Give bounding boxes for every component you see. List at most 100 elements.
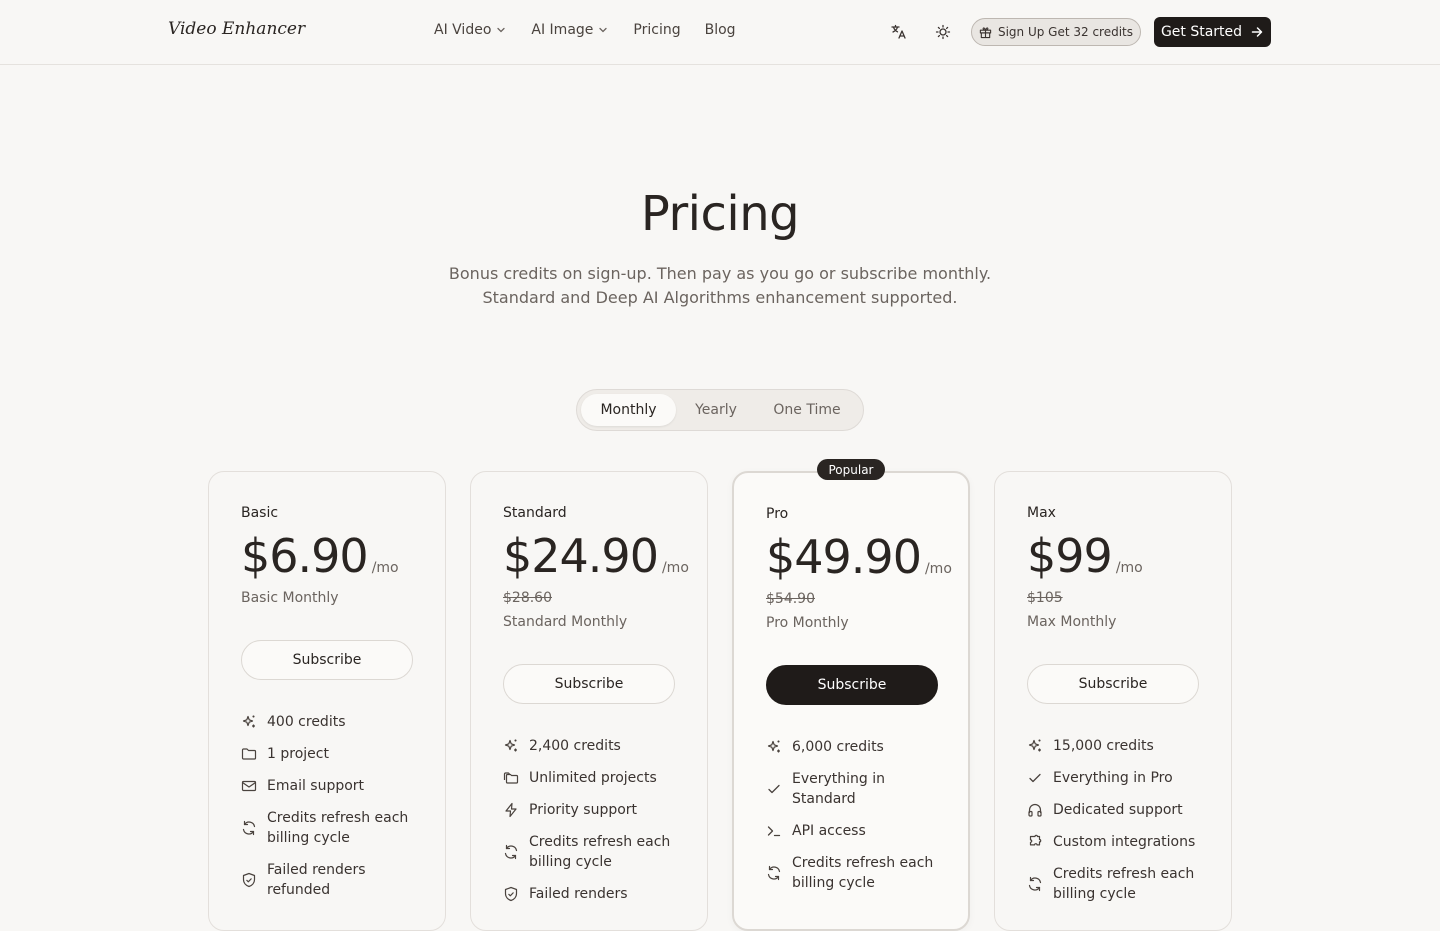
feature-item: 6,000 credits bbox=[766, 737, 946, 757]
terminal-icon bbox=[766, 823, 782, 839]
plan-price: $6.90 bbox=[241, 529, 369, 583]
plan-price: $49.90 bbox=[766, 530, 922, 584]
feature-item: Priority support bbox=[503, 800, 683, 820]
puzzle-icon bbox=[1027, 834, 1043, 850]
original-price: $54.90 bbox=[766, 591, 815, 607]
main-nav: AI Video AI Image Pricing Blog bbox=[434, 22, 760, 38]
feature-item: API access bbox=[766, 821, 946, 841]
site-header: Video Enhancer AI Video AI Image Pricing… bbox=[0, 0, 1440, 65]
sparkle-icon bbox=[1027, 738, 1043, 754]
feature-text: Credits refresh each billing cycle bbox=[792, 855, 934, 891]
feature-text: Credits refresh each billing cycle bbox=[267, 810, 409, 846]
subscribe-button[interactable]: Subscribe bbox=[241, 640, 413, 680]
nav-pricing-label: Pricing bbox=[633, 22, 681, 38]
feature-item: Everything in Standard bbox=[766, 769, 946, 809]
feature-text: Failed renders bbox=[529, 886, 628, 902]
subscribe-button[interactable]: Subscribe bbox=[1027, 664, 1199, 704]
feature-text: Failed renders refunded bbox=[267, 862, 366, 898]
nav-pricing[interactable]: Pricing bbox=[633, 22, 680, 38]
arrow-right-icon bbox=[1251, 27, 1263, 37]
plan-card-basic: Basic $6.90 /mo Basic Monthly Subscribe … bbox=[208, 471, 446, 931]
feature-item: Unlimited projects bbox=[503, 768, 683, 788]
plan-card-standard: Standard $24.90 /mo $28.60 Standard Mont… bbox=[470, 471, 708, 931]
price-row: $99 /mo bbox=[1027, 529, 1143, 583]
feature-item: Credits refresh each billing cycle bbox=[503, 832, 683, 872]
plan-card-max: Max $99 /mo $105 Max Monthly Subscribe 1… bbox=[994, 471, 1232, 931]
nav-ai-video-label: AI Video bbox=[434, 22, 492, 38]
feature-item: Everything in Pro bbox=[1027, 768, 1207, 788]
sparkle-icon bbox=[766, 739, 782, 755]
signup-credits-button[interactable]: Sign Up Get 32 credits bbox=[971, 18, 1141, 46]
zap-icon bbox=[503, 802, 519, 818]
feature-text: Everything in Pro bbox=[1053, 770, 1173, 786]
plan-description: Basic Monthly bbox=[241, 590, 339, 606]
feature-item: Credits refresh each billing cycle bbox=[1027, 864, 1207, 904]
price-period: /mo bbox=[924, 561, 952, 577]
feature-list: 2,400 credits Unlimited projects Priorit… bbox=[503, 736, 683, 916]
price-row: $24.90 /mo bbox=[503, 529, 689, 583]
nav-ai-image[interactable]: AI Image bbox=[531, 22, 609, 38]
plan-price: $24.90 bbox=[503, 529, 659, 583]
feature-item: 15,000 credits bbox=[1027, 736, 1207, 756]
site-logo[interactable]: Video Enhancer bbox=[168, 19, 305, 39]
get-started-label: Get Started bbox=[1160, 24, 1243, 40]
nav-blog-label: Blog bbox=[704, 22, 736, 38]
feature-list: 400 credits 1 project Email support Cred… bbox=[241, 712, 421, 912]
toggle-monthly[interactable]: Monthly bbox=[581, 394, 676, 426]
feature-item: 2,400 credits bbox=[503, 736, 683, 756]
chevron-down-icon bbox=[599, 27, 608, 33]
plan-name: Basic bbox=[241, 505, 279, 521]
sun-icon[interactable] bbox=[933, 22, 953, 42]
original-price: $28.60 bbox=[503, 590, 552, 606]
toggle-yearly[interactable]: Yearly bbox=[676, 394, 756, 426]
price-row: $6.90 /mo bbox=[241, 529, 399, 583]
plan-name: Pro bbox=[766, 506, 789, 522]
refresh-icon bbox=[1027, 876, 1043, 892]
feature-text: API access bbox=[792, 823, 866, 839]
refresh-icon bbox=[766, 865, 782, 881]
page-subtitle: Bonus credits on sign-up. Then pay as yo… bbox=[0, 262, 1440, 310]
nav-ai-video[interactable]: AI Video bbox=[434, 22, 507, 38]
feature-item: Credits refresh each billing cycle bbox=[766, 853, 946, 893]
feature-text: Email support bbox=[267, 778, 365, 794]
plan-name: Max bbox=[1027, 505, 1056, 521]
plan-card-pro: Pro $49.90 /mo $54.90 Pro Monthly Subscr… bbox=[732, 471, 970, 931]
gift-icon bbox=[979, 26, 992, 38]
subscribe-button[interactable]: Subscribe bbox=[503, 664, 675, 704]
feature-text: Priority support bbox=[529, 802, 638, 818]
feature-item: 400 credits bbox=[241, 712, 421, 732]
feature-text: 6,000 credits bbox=[792, 739, 884, 755]
refresh-icon bbox=[241, 820, 257, 836]
subscribe-button[interactable]: Subscribe bbox=[766, 665, 938, 705]
feature-item: Credits refresh each billing cycle bbox=[241, 808, 421, 848]
feature-text: Credits refresh each billing cycle bbox=[1053, 866, 1195, 902]
toggle-one-time[interactable]: One Time bbox=[756, 394, 858, 426]
feature-list: 6,000 credits Everything in Standard API… bbox=[766, 737, 946, 905]
price-period: /mo bbox=[661, 560, 689, 576]
translate-icon[interactable] bbox=[889, 22, 909, 42]
folders-icon bbox=[503, 770, 519, 786]
plan-price: $99 bbox=[1027, 529, 1113, 583]
plan-description: Pro Monthly bbox=[766, 615, 849, 631]
plan-description: Max Monthly bbox=[1027, 614, 1117, 630]
nav-blog[interactable]: Blog bbox=[705, 22, 736, 38]
check-icon bbox=[1027, 770, 1043, 786]
feature-list: 15,000 credits Everything in Pro Dedicat… bbox=[1027, 736, 1207, 916]
chevron-down-icon bbox=[497, 27, 506, 33]
price-period: /mo bbox=[1115, 560, 1143, 576]
page-subtitle-line2: Standard and Deep AI Algorithms enhancem… bbox=[482, 288, 958, 307]
signup-credits-label: Sign Up Get 32 credits bbox=[997, 25, 1134, 39]
nav-ai-image-label: AI Image bbox=[531, 22, 594, 38]
feature-item: Failed renders bbox=[503, 884, 683, 904]
plan-description: Standard Monthly bbox=[503, 614, 628, 630]
feature-item: Failed renders refunded bbox=[241, 860, 421, 900]
get-started-button[interactable]: Get Started bbox=[1154, 17, 1271, 47]
feature-text: Everything in Standard bbox=[792, 771, 886, 807]
page-subtitle-line1: Bonus credits on sign-up. Then pay as yo… bbox=[448, 264, 992, 283]
plan-name: Standard bbox=[503, 505, 567, 521]
feature-item: Custom integrations bbox=[1027, 832, 1207, 852]
check-icon bbox=[766, 781, 782, 797]
sparkle-icon bbox=[241, 714, 257, 730]
feature-text: Unlimited projects bbox=[529, 770, 657, 786]
mail-icon bbox=[241, 778, 257, 794]
